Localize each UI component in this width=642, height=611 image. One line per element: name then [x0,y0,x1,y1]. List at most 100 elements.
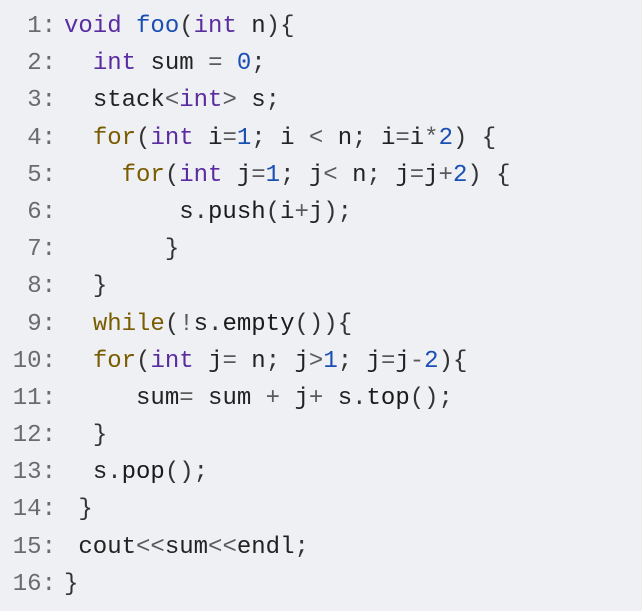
method-empty: empty [222,311,294,338]
code-content: stack<int> s; [64,82,630,119]
op-lt: < [323,162,337,189]
code-line-4: 4: for(int i=1; i < n; i=i*2) { [12,120,630,157]
ident-j: j [395,162,409,189]
code-line-10: 10: for(int j= n; j>1; j=j-2){ [12,343,630,380]
semicolon: ; [439,385,453,412]
paren-close: ) [179,459,193,486]
semicolon: ; [266,87,280,114]
brace-open: { [338,311,352,338]
op-assign: = [381,348,395,375]
code-content: s.pop(); [64,454,630,491]
semicolon: ; [251,125,265,152]
op-gt: > [309,348,323,375]
ident-j: j [395,348,409,375]
ident-j: j [309,199,323,226]
line-number: 12: [12,417,64,454]
code-line-8: 8: } [12,268,630,305]
semicolon: ; [352,125,366,152]
op-plus: + [439,162,453,189]
ident-cout: cout [78,534,136,561]
code-line-16: 16: } [12,566,630,603]
line-number: 8: [12,268,64,305]
line-number: 4: [12,120,64,157]
op-lt: < [309,125,323,152]
op-gt: > [222,87,236,114]
line-number: 15: [12,529,64,566]
code-line-2: 2: int sum = 0; [12,45,630,82]
ident-s: s [338,385,352,412]
op-plus: + [294,199,308,226]
method-pop: pop [122,459,165,486]
line-number: 9: [12,306,64,343]
semicolon: ; [280,162,294,189]
code-content: for(int i=1; i < n; i=i*2) { [64,120,630,157]
op-assign: = [410,162,424,189]
line-number: 1: [12,8,64,45]
code-content: s.push(i+j); [64,194,630,231]
literal-1: 1 [266,162,280,189]
semicolon: ; [338,348,352,375]
paren-open: ( [136,348,150,375]
paren-open: ( [165,162,179,189]
ident-i: i [280,125,294,152]
keyword-int: int [179,87,222,114]
op-star: * [424,125,438,152]
dot: . [352,385,366,412]
brace-close: } [64,571,78,598]
semicolon: ; [266,348,280,375]
semicolon: ; [367,162,381,189]
brace-close: } [93,422,107,449]
ident-sum: sum [150,50,193,77]
paren-close: ) [424,385,438,412]
line-number: 16: [12,566,64,603]
literal-1: 1 [323,348,337,375]
ident-j: j [295,348,309,375]
literal-2: 2 [439,125,453,152]
keyword-int: int [93,50,136,77]
paren-open: ( [165,311,179,338]
ident-j: j [424,162,438,189]
ident-i: i [381,125,395,152]
ident-s: s [179,199,193,226]
paren-open: ( [136,125,150,152]
keyword-void: void [64,13,122,40]
keyword-for: for [93,348,136,375]
param-n: n [251,13,265,40]
ident-sum: sum [165,534,208,561]
keyword-int: int [179,162,222,189]
brace-close: } [78,496,92,523]
ident-n: n [251,348,265,375]
paren-close: ) [323,199,337,226]
keyword-int: int [194,13,237,40]
ident-n: n [338,125,352,152]
ident-s: s [93,459,107,486]
op-assign: = [222,348,236,375]
method-push: push [208,199,266,226]
code-block: 1: void foo(int n){ 2: int sum = 0; 3: s… [12,8,630,603]
semicolon: ; [194,459,208,486]
paren-close: ) [439,348,453,375]
code-content: for(int j=1; j< n; j=j+2) { [64,157,630,194]
ident-j: j [367,348,381,375]
dot: . [208,311,222,338]
paren-close: ) [467,162,481,189]
code-content: cout<<sum<<endl; [64,529,630,566]
ident-i: i [280,199,294,226]
dot: . [194,199,208,226]
function-name: foo [136,13,179,40]
code-content: } [64,491,630,528]
code-content: } [64,231,630,268]
code-content: } [64,268,630,305]
op-lt: < [165,87,179,114]
semicolon: ; [251,50,265,77]
paren-close: ) [266,13,280,40]
paren-open: ( [165,459,179,486]
op-plus: + [309,385,323,412]
op-plus: + [266,385,280,412]
code-line-9: 9: while(!s.empty()){ [12,306,630,343]
code-line-1: 1: void foo(int n){ [12,8,630,45]
code-line-15: 15: cout<<sum<<endl; [12,529,630,566]
ident-n: n [352,162,366,189]
ident-s: s [251,87,265,114]
brace-close: } [93,273,107,300]
